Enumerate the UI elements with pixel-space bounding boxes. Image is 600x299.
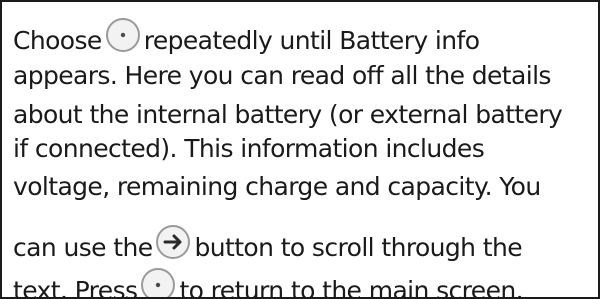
arrow-right-button-icon	[155, 224, 191, 260]
text-line-4: if connected). This information includes	[13, 134, 485, 163]
text-line-3: about the internal battery (or external …	[13, 100, 563, 129]
text-repeatedly: repeatedly until Battery info	[143, 26, 480, 55]
text-can-use: can use the	[13, 233, 153, 262]
text-press: text. Press	[13, 276, 138, 299]
text-line-5: voltage, remaining charge and capacity. …	[13, 172, 541, 201]
text-scroll: button to scroll through the	[194, 233, 522, 262]
text-return: to return to the main screen.	[179, 276, 523, 299]
text-choose: Choose	[13, 26, 102, 55]
text-line-6: can use the button to scroll through the	[13, 224, 523, 262]
text-line-1: Choose repeatedly until Battery info	[13, 17, 480, 55]
text-line-2: appears. Here you can read off all the d…	[13, 61, 551, 90]
text-line-7: text. Press to return to the main screen.	[13, 267, 524, 299]
instruction-panel: Choose repeatedly until Battery info appe…	[0, 0, 600, 299]
select-button-icon	[105, 17, 141, 53]
select-button-icon	[140, 267, 176, 297]
